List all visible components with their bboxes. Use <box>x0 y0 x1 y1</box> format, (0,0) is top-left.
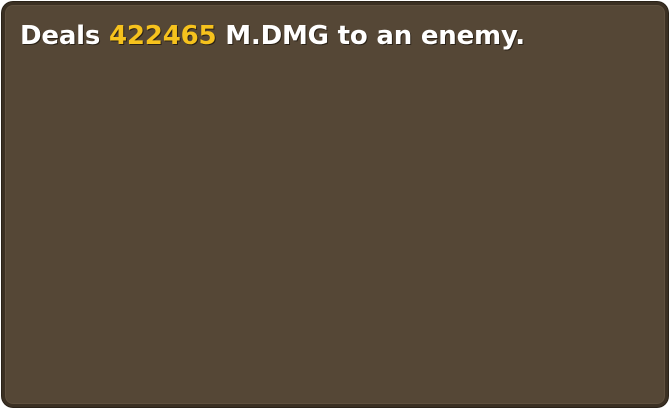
skill-description: Deals 422465 M.DMG to an enemy. <box>20 21 525 51</box>
damage-value: 422465 <box>109 21 217 51</box>
skill-tooltip-panel: Deals 422465 M.DMG to an enemy. <box>2 2 668 407</box>
description-suffix: M.DMG to an enemy. <box>216 21 525 51</box>
description-prefix: Deals <box>20 21 110 51</box>
